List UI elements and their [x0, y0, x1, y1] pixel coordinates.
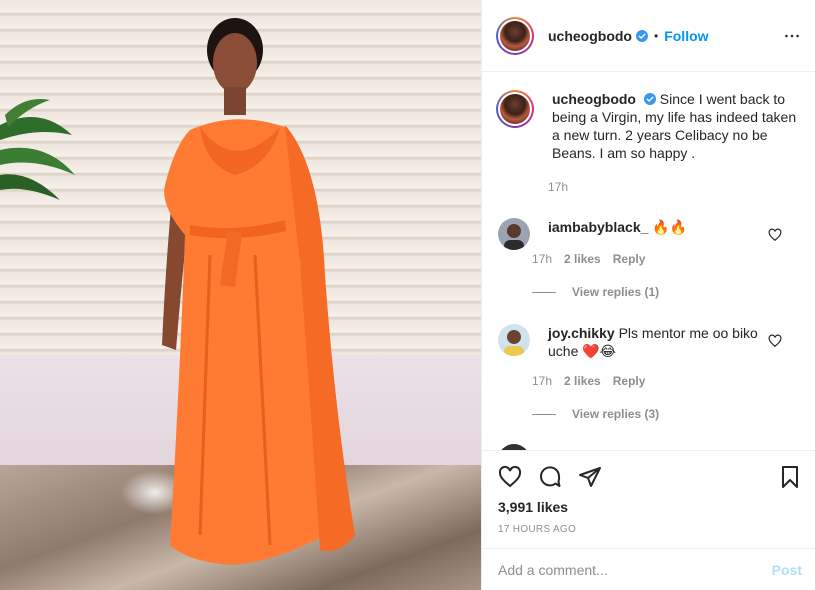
view-replies-label: View replies (3)	[572, 407, 660, 421]
avatar-image	[500, 20, 530, 51]
author-username[interactable]: ucheogbodo	[548, 28, 632, 44]
post-actions: 3,991 likes 17 HOURS AGO	[482, 450, 815, 548]
comment-likes[interactable]: 2 likes	[564, 252, 601, 266]
bookmark-icon[interactable]	[778, 465, 802, 489]
view-replies-button[interactable]: View replies (1)	[532, 285, 659, 299]
comment-time: 17h	[532, 252, 553, 266]
heart-icon[interactable]	[768, 334, 782, 348]
replies-line	[532, 413, 556, 415]
comment-meta: 17h 2 likes Reply	[532, 374, 645, 388]
author-avatar[interactable]	[496, 16, 534, 55]
share-icon[interactable]	[578, 465, 602, 489]
separator-dot: •	[654, 28, 659, 43]
verified-icon	[643, 93, 656, 105]
heart-icon[interactable]	[498, 465, 522, 489]
comment-body: joy.chikky Pls mentor me oo biko uche ❤️…	[548, 324, 768, 360]
add-comment-bar: Post	[482, 548, 815, 590]
post-timestamp: 17 HOURS AGO	[498, 524, 577, 535]
heart-icon[interactable]	[768, 228, 782, 242]
comment-likes[interactable]: 2 likes	[564, 374, 601, 388]
post-header: ucheogbodo • Follow	[482, 0, 815, 72]
view-replies-button[interactable]: View replies (3)	[532, 407, 659, 421]
post-photo[interactable]	[0, 0, 481, 590]
comment-icon[interactable]	[538, 465, 562, 489]
reply-button[interactable]: Reply	[613, 374, 646, 388]
caption: ucheogbodo Since I went back to being a …	[496, 90, 802, 162]
woman-in-orange-dress	[162, 18, 355, 565]
replies-line	[532, 291, 556, 293]
follow-button[interactable]: Follow	[664, 28, 708, 44]
caption-avatar[interactable]	[496, 90, 534, 128]
comment-text: 🔥🔥	[652, 219, 688, 235]
comment-input[interactable]	[498, 561, 772, 578]
commenter-username[interactable]: iambabyblack_	[548, 219, 648, 235]
likes-count[interactable]: 3,991 likes	[498, 499, 568, 515]
post-sidebar: ucheogbodo • Follow ucheogbodo Since I w…	[481, 0, 815, 590]
more-icon[interactable]	[782, 26, 802, 46]
comment-time: 17h	[532, 374, 553, 388]
caption-username[interactable]: ucheogbodo	[552, 91, 636, 107]
comment-meta: 17h 2 likes Reply	[532, 252, 645, 266]
commenter-username[interactable]: joy.chikky	[548, 325, 615, 341]
avatar-image	[500, 94, 530, 124]
commenter-avatar[interactable]	[498, 324, 530, 356]
reply-button[interactable]: Reply	[613, 252, 646, 266]
commenter-avatar[interactable]	[498, 218, 530, 250]
view-replies-label: View replies (1)	[572, 285, 660, 299]
comment-body: iambabyblack_ 🔥🔥	[548, 218, 768, 236]
caption-text: ucheogbodo Since I went back to being a …	[552, 90, 802, 162]
comments-section[interactable]: ucheogbodo Since I went back to being a …	[482, 72, 815, 450]
plant-leaves	[0, 99, 75, 200]
verified-icon	[636, 29, 648, 42]
caption-time: 17h	[548, 180, 569, 194]
post-button[interactable]: Post	[772, 562, 802, 578]
